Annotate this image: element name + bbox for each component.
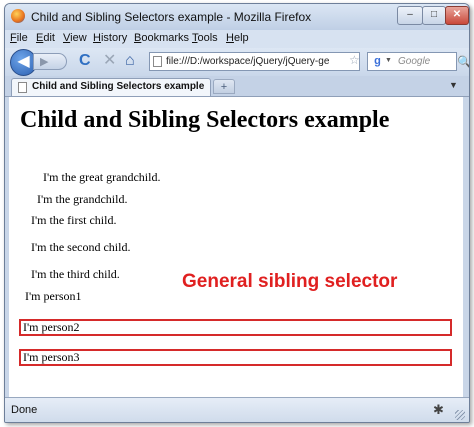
status-bar: Done ✱ xyxy=(5,397,469,422)
tab-label: Child and Sibling Selectors example xyxy=(32,81,205,92)
search-input[interactable]: Google xyxy=(398,56,430,67)
page-heading: Child and Sibling Selectors example xyxy=(20,107,390,133)
menu-tools[interactable]: Tools xyxy=(192,32,218,44)
resize-grip-icon[interactable] xyxy=(455,410,465,420)
great-grandchild-text: I'm the great grandchild. xyxy=(43,170,161,184)
person3-highlighted-box: I'm person3 xyxy=(19,349,452,366)
maximize-button[interactable]: □ xyxy=(422,6,446,25)
search-engine-dropdown-icon[interactable]: ▼ xyxy=(385,57,392,64)
page-icon xyxy=(153,56,162,67)
menu-help[interactable]: Help xyxy=(226,32,249,44)
address-bar[interactable]: file:///D:/workspace/jQuery/jQuery-ge xyxy=(149,52,360,71)
stop-icon[interactable]: ✕ xyxy=(103,53,116,69)
tab-page-icon xyxy=(18,82,27,93)
page-content: Child and Sibling Selectors example I'm … xyxy=(9,97,463,397)
activity-icon: ✱ xyxy=(433,402,444,417)
first-child-text: I'm the first child. xyxy=(31,213,117,227)
person2-highlighted-box: I'm person2 xyxy=(19,319,452,336)
new-tab-button[interactable]: + xyxy=(213,79,235,94)
menu-history[interactable]: History xyxy=(93,32,127,44)
tab-bar: Child and Sibling Selectors example + ▼ xyxy=(5,76,469,97)
search-bar[interactable]: g ▼ Google xyxy=(367,52,457,71)
close-button[interactable]: ✕ xyxy=(445,6,469,25)
browser-window: Child and Sibling Selectors example - Mo… xyxy=(4,3,470,423)
bookmark-star-icon[interactable]: ☆ xyxy=(349,53,360,67)
url-text[interactable]: file:///D:/workspace/jQuery/jQuery-ge xyxy=(166,53,329,70)
reload-icon[interactable]: C xyxy=(79,53,91,69)
minimize-button[interactable]: – xyxy=(397,6,423,25)
third-child-text: I'm the third child. xyxy=(31,267,120,281)
general-sibling-selector-annotation: General sibling selector xyxy=(182,271,398,292)
home-icon[interactable]: ⌂ xyxy=(125,53,135,69)
second-child-text: I'm the second child. xyxy=(31,240,131,254)
menu-edit[interactable]: Edit xyxy=(36,32,55,44)
window-title: Child and Sibling Selectors example - Mo… xyxy=(31,10,312,24)
tab-list-dropdown-icon[interactable]: ▼ xyxy=(449,80,458,90)
firefox-logo-icon xyxy=(11,9,25,23)
google-search-engine-icon[interactable]: g xyxy=(371,55,384,68)
tab-active[interactable]: Child and Sibling Selectors example xyxy=(11,78,211,96)
title-bar[interactable]: Child and Sibling Selectors example - Mo… xyxy=(5,4,469,30)
grandchild-text: I'm the grandchild. xyxy=(37,192,128,206)
search-button-icon[interactable]: 🔍 xyxy=(457,55,469,69)
menu-view[interactable]: View xyxy=(63,32,87,44)
navigation-toolbar: ◀ ▶ C ✕ ⌂ file:///D:/workspace/jQuery/jQ… xyxy=(5,48,469,76)
person1-text: I'm person1 xyxy=(25,289,82,303)
menu-file[interactable]: File xyxy=(10,32,28,44)
menu-bar: File Edit View History Bookmarks Tools H… xyxy=(5,30,469,48)
forward-button[interactable]: ▶ xyxy=(33,53,67,70)
status-text: Done xyxy=(11,404,38,416)
menu-bookmarks[interactable]: Bookmarks xyxy=(134,32,189,44)
